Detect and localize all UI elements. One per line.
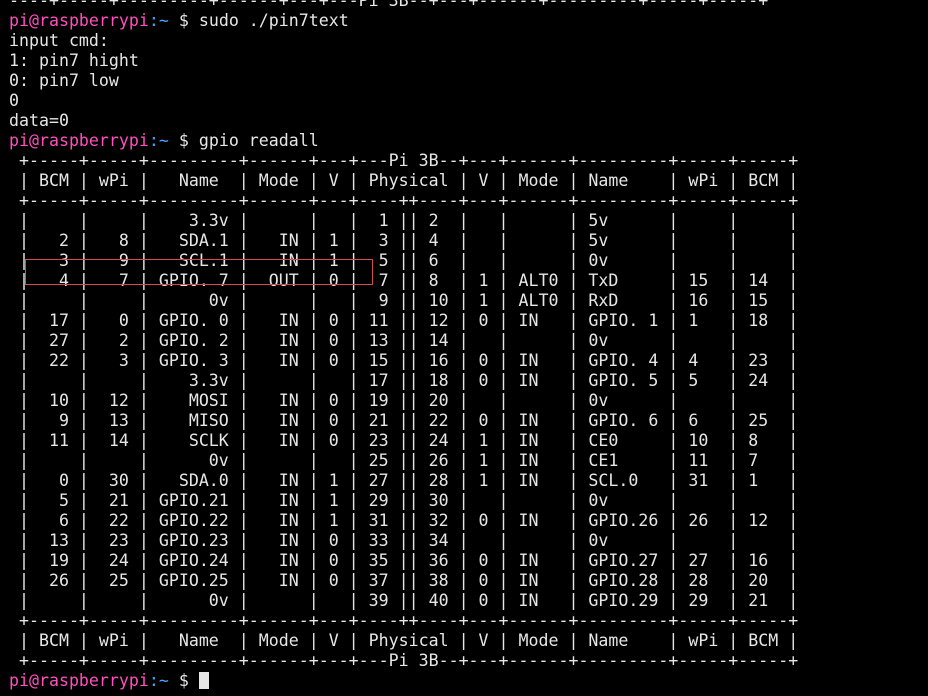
table-row: | 9 | 13 | MISO | IN | 0 | 21 || 22 | 0 … [9, 411, 799, 430]
scrolled-table-border: ----+-----+---------+------+---+---Pi 3B… [9, 0, 769, 10]
table-row: | 11 | 14 | SCLK | IN | 0 | 23 || 24 | 1… [9, 431, 799, 450]
command-line-1: pi@raspberrypi:~ $ sudo ./pin7text [9, 11, 928, 31]
table-border-top: +-----+-----+---------+------+---+---Pi … [9, 151, 799, 170]
prompt-path: :~ [148, 11, 169, 30]
command-line-2: pi@raspberrypi:~ $ gpio readall [9, 131, 928, 151]
prompt-path: :~ [148, 131, 169, 150]
prompt-symbol: $ [168, 11, 199, 30]
text-cursor[interactable] [198, 672, 209, 689]
prompt-path: :~ [148, 671, 169, 690]
prompt-symbol: $ [168, 671, 199, 690]
table-row: | 17 | 0 | GPIO. 0 | IN | 0 | 11 || 12 |… [9, 311, 799, 330]
table-footer-header: | BCM | wPi | Name | Mode | V | Physical… [9, 631, 799, 650]
command-text: sudo ./pin7text [198, 11, 349, 30]
table-row: | 2 | 8 | SDA.1 | IN | 1 | 3 || 4 | | | … [9, 231, 799, 250]
prompt-symbol: $ [168, 131, 199, 150]
output-line: data=0 [9, 111, 69, 130]
table-row: | | | 3.3v | | | 17 || 18 | 0 | IN | GPI… [9, 371, 799, 390]
table-separator: +-----+-----+---------+------+---+----++… [9, 611, 799, 630]
output-line: 0 [9, 91, 19, 110]
table-row: | 19 | 24 | GPIO.24 | IN | 0 | 35 || 36 … [9, 551, 799, 570]
table-row: | | | 0v | | | 39 || 40 | 0 | IN | GPIO.… [9, 591, 799, 610]
table-row: | 27 | 2 | GPIO. 2 | IN | 0 | 13 || 14 |… [9, 331, 799, 350]
prompt-user-host: pi@raspberrypi [9, 671, 149, 690]
prompt-user-host: pi@raspberrypi [9, 11, 149, 30]
terminal-window[interactable]: ----+-----+---------+------+---+---Pi 3B… [9, 0, 928, 696]
prompt-user-host: pi@raspberrypi [9, 131, 149, 150]
table-row: | 3 | 9 | SCL.1 | IN | 1 | 5 || 6 | | | … [9, 251, 799, 270]
table-row: | 10 | 12 | MOSI | IN | 0 | 19 || 20 | |… [9, 391, 799, 410]
table-row: | 13 | 23 | GPIO.23 | IN | 0 | 33 || 34 … [9, 531, 799, 550]
table-row-highlighted: | 4 | 7 | GPIO. 7 | OUT | 0 | 7 || 8 | 1… [9, 271, 799, 290]
table-separator: +-----+-----+---------+------+---+----++… [9, 191, 799, 210]
table-row: | | | 3.3v | | | 1 || 2 | | | 5v | | | [9, 211, 799, 230]
table-row: | | | 0v | | | 9 || 10 | 1 | ALT0 | RxD … [9, 291, 799, 310]
command-text: gpio readall [198, 131, 319, 150]
command-line-active[interactable]: pi@raspberrypi:~ $ [9, 671, 928, 691]
table-border-bottom: +-----+-----+---------+------+---+---Pi … [9, 651, 799, 670]
gpio-table: +-----+-----+---------+------+---+---Pi … [9, 151, 928, 671]
output-line: 1: pin7 hight [9, 51, 139, 70]
table-row: | 5 | 21 | GPIO.21 | IN | 1 | 29 || 30 |… [9, 491, 799, 510]
table-row: | 6 | 22 | GPIO.22 | IN | 1 | 31 || 32 |… [9, 511, 799, 530]
output-line: 0: pin7 low [9, 71, 119, 90]
table-header: | BCM | wPi | Name | Mode | V | Physical… [9, 171, 799, 190]
table-row: | 22 | 3 | GPIO. 3 | IN | 0 | 15 || 16 |… [9, 351, 799, 370]
table-row: | | | 0v | | | 25 || 26 | 1 | IN | CE1 |… [9, 451, 799, 470]
table-row: | 0 | 30 | SDA.0 | IN | 1 | 27 || 28 | 1… [9, 471, 799, 490]
output-line: input cmd: [9, 31, 109, 50]
table-row: | 26 | 25 | GPIO.25 | IN | 0 | 37 || 38 … [9, 571, 799, 590]
